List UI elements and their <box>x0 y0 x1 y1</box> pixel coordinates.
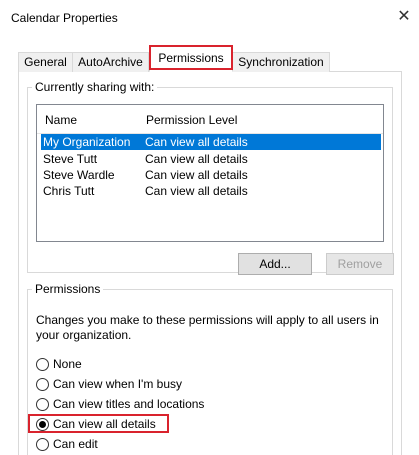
column-header-name[interactable]: Name <box>45 113 77 127</box>
permissions-note: Changes you make to these permissions wi… <box>36 313 379 342</box>
radio-none-indicator[interactable] <box>36 358 49 371</box>
radio-can-view-busy-label: Can view when I'm busy <box>53 377 183 391</box>
window-title: Calendar Properties <box>11 11 118 25</box>
radio-can-edit-label: Can edit <box>53 437 98 451</box>
tab-general[interactable]: General <box>18 52 73 72</box>
radio-can-view-all-details-label: Can view all details <box>53 417 156 431</box>
list-item-my-organization[interactable]: My Organization Can view all details <box>41 134 381 150</box>
tab-autoarchive[interactable]: AutoArchive <box>72 52 149 72</box>
list-item-level: Can view all details <box>145 152 248 166</box>
tab-permissions[interactable]: Permissions <box>149 46 233 72</box>
permissions-legend: Permissions <box>32 282 104 296</box>
list-item-steve-tutt[interactable]: Steve Tutt Can view all details <box>41 151 381 167</box>
list-item-name: Steve Wardle <box>43 168 115 182</box>
radio-can-view-titles-indicator[interactable] <box>36 398 49 411</box>
list-item-steve-wardle[interactable]: Steve Wardle Can view all details <box>41 167 381 183</box>
radio-can-view-titles-label: Can view titles and locations <box>53 397 205 411</box>
list-item-name: My Organization <box>43 135 131 149</box>
radio-can-view-all-details-indicator[interactable] <box>36 418 49 431</box>
radio-none-label: None <box>53 357 82 371</box>
list-item-level: Can view all details <box>145 168 248 182</box>
list-item-name: Chris Tutt <box>43 184 95 198</box>
tab-synchronization[interactable]: Synchronization <box>232 52 330 72</box>
list-item-name: Steve Tutt <box>43 152 98 166</box>
column-header-permission-level[interactable]: Permission Level <box>146 113 237 127</box>
list-item-level: Can view all details <box>145 135 248 149</box>
radio-can-edit-indicator[interactable] <box>36 438 49 451</box>
sharing-list[interactable]: Name Permission Level My Organization Ca… <box>36 104 384 242</box>
sharing-legend: Currently sharing with: <box>32 80 158 94</box>
list-item-chris-tutt[interactable]: Chris Tutt Can view all details <box>41 183 381 199</box>
list-item-level: Can view all details <box>145 184 248 198</box>
remove-button[interactable]: Remove <box>326 253 394 275</box>
title-bar: Calendar Properties ✕ <box>0 0 419 36</box>
radio-can-view-busy-indicator[interactable] <box>36 378 49 391</box>
add-button[interactable]: Add... <box>238 253 312 275</box>
close-icon[interactable]: ✕ <box>395 8 413 26</box>
